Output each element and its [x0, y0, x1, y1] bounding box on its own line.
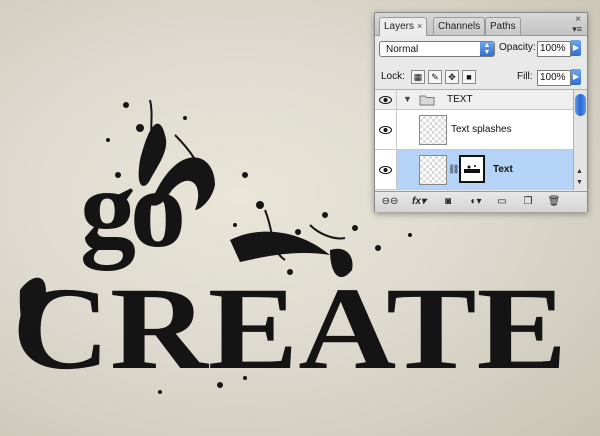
- headline-go: go: [80, 147, 182, 271]
- drop: [256, 201, 264, 209]
- eye-icon: [379, 166, 392, 174]
- layer-thumbnail: [419, 155, 447, 185]
- mask-preview: [461, 157, 483, 181]
- tab-layers-label: Layers: [384, 21, 415, 32]
- layer-name-text-splashes: Text splashes: [451, 124, 512, 135]
- blend-mode-value: Normal: [386, 44, 419, 55]
- layers-panel: Layers × Channels Paths × ▾≡ Normal ▲ ▼ Op…: [374, 12, 588, 212]
- panel-tab-bar: Layers × Channels Paths × ▾≡: [375, 13, 587, 36]
- tab-paths-label: Paths: [490, 21, 516, 32]
- blend-mode-select[interactable]: Normal ▲ ▼: [379, 41, 495, 57]
- fill-label: Fill:: [517, 71, 533, 82]
- visibility-toggle[interactable]: [375, 150, 397, 189]
- layers-scrollbar[interactable]: ▲ ▼: [573, 90, 587, 190]
- layer-thumbnail: [419, 115, 447, 145]
- fill-slider-arrow-icon[interactable]: ▶: [571, 69, 581, 85]
- eye-icon: [379, 96, 392, 104]
- drop: [217, 382, 223, 388]
- fill-field[interactable]: 100%: [537, 70, 571, 86]
- tab-layers[interactable]: Layers ×: [379, 17, 428, 36]
- fx-label: fx: [412, 196, 421, 207]
- lock-position-icon[interactable]: ✥: [445, 70, 459, 84]
- mask-link-icon[interactable]: ⛓: [448, 164, 459, 175]
- layer-row-text[interactable]: ⛓ Text: [375, 150, 573, 190]
- layer-mask-thumbnail[interactable]: [459, 155, 485, 183]
- fill-value: 100%: [540, 72, 566, 83]
- lock-row: Lock: ▦ ✎ ✥ ■ Fill: 100% ▶: [375, 63, 587, 90]
- new-layer-icon[interactable]: ❐: [521, 195, 535, 209]
- scroll-thumb[interactable]: [575, 94, 586, 116]
- drop: [183, 116, 187, 120]
- adjustment-layer-icon[interactable]: ◐▾: [467, 195, 485, 209]
- tab-close-icon[interactable]: ×: [417, 21, 422, 31]
- tab-channels[interactable]: Channels: [433, 17, 486, 35]
- opacity-value: 100%: [540, 43, 566, 54]
- select-arrows-icon: ▲ ▼: [480, 42, 494, 56]
- drop: [408, 233, 412, 237]
- lock-label: Lock:: [381, 71, 405, 82]
- opacity-field[interactable]: 100%: [537, 41, 571, 57]
- drop: [375, 245, 381, 251]
- drop: [106, 138, 110, 142]
- opacity-label: Opacity:: [499, 42, 536, 53]
- visibility-toggle[interactable]: [375, 110, 397, 149]
- tab-channels-label: Channels: [438, 21, 481, 32]
- drop: [322, 212, 328, 218]
- new-group-icon[interactable]: ▭: [495, 195, 509, 209]
- drop: [158, 390, 162, 394]
- visibility-toggle[interactable]: [375, 90, 397, 109]
- opacity-slider-arrow-icon[interactable]: ▶: [571, 40, 581, 56]
- fx-icon[interactable]: fx▾: [409, 195, 429, 209]
- layer-name-text: Text: [493, 164, 513, 175]
- link-icon[interactable]: ⊖⊖: [381, 195, 399, 209]
- layers-list: ▼ TEXT Text splashes ⛓ Text: [375, 90, 573, 190]
- layer-row-text-splashes[interactable]: Text splashes: [375, 110, 573, 150]
- drop: [243, 376, 247, 380]
- drop: [233, 223, 237, 227]
- folder-icon: [419, 95, 435, 106]
- lock-image-icon[interactable]: ✎: [428, 70, 442, 84]
- panel-menu-icon[interactable]: ▾≡: [572, 24, 582, 35]
- drop: [27, 282, 33, 288]
- blend-row: Normal ▲ ▼ Opacity: 100% ▶: [375, 36, 587, 62]
- lock-all-icon[interactable]: ■: [462, 70, 476, 84]
- scroll-up-icon[interactable]: ▲: [576, 168, 583, 175]
- layer-row-group-text[interactable]: ▼ TEXT: [375, 90, 573, 110]
- trash-icon[interactable]: 🗑: [547, 195, 561, 209]
- tab-paths[interactable]: Paths: [485, 17, 521, 35]
- drop: [242, 172, 248, 178]
- drop: [115, 172, 121, 178]
- drop: [352, 225, 358, 231]
- layer-name-text-group: TEXT: [447, 94, 473, 105]
- lock-transparent-icon[interactable]: ▦: [411, 70, 425, 84]
- drop: [136, 124, 144, 132]
- eye-icon: [379, 126, 392, 134]
- scroll-down-icon[interactable]: ▼: [576, 179, 583, 186]
- panel-footer: ⊖⊖ fx▾ ◙ ◐▾ ▭ ❐ 🗑: [375, 191, 587, 212]
- headline-create: CREATE: [12, 263, 567, 394]
- expand-triangle-icon[interactable]: ▼: [403, 94, 412, 104]
- splash-right: [230, 231, 330, 262]
- drop: [295, 229, 301, 235]
- drop: [287, 269, 293, 275]
- drop: [123, 102, 129, 108]
- add-mask-icon[interactable]: ◙: [441, 195, 455, 209]
